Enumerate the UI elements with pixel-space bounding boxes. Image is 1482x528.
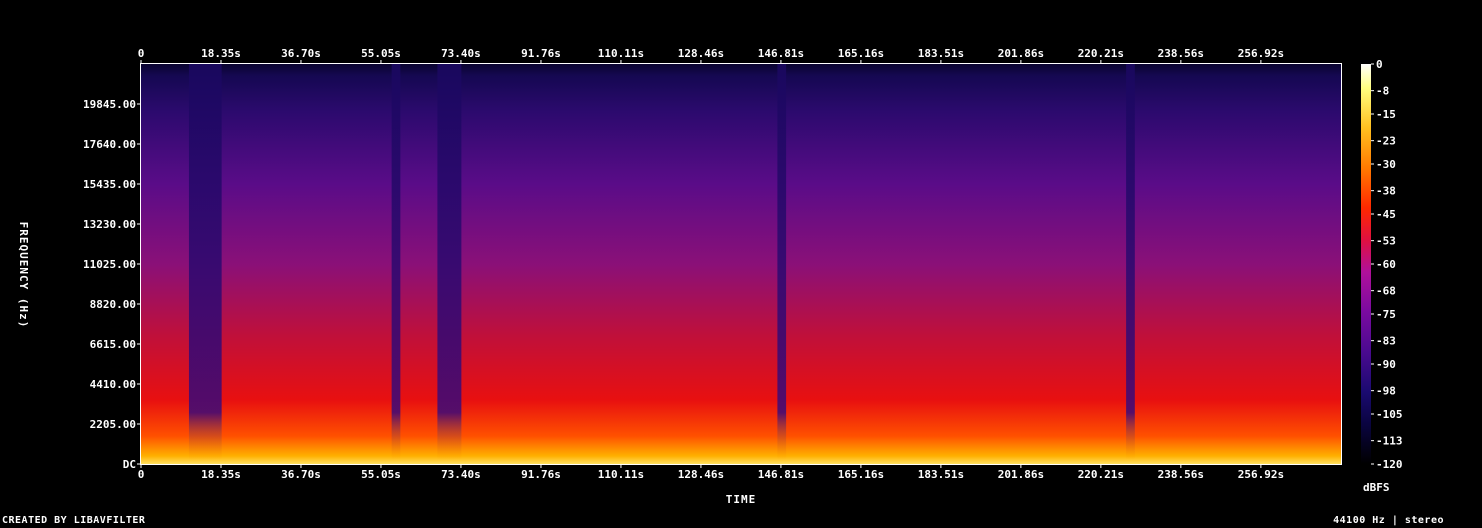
x-tick-label-top: 220.21s [1078,47,1124,60]
y-tick-label: 8820.00 [90,298,136,311]
colorbar-tick-label: -53 [1376,235,1396,248]
x-tick-label-top: 128.46s [678,47,724,60]
colorbar-tick-label: -120 [1376,458,1403,471]
colorbar-tick-label: -30 [1376,158,1396,171]
x-tick-label-top: 18.35s [201,47,241,60]
x-tick-label-bottom: 128.46s [678,468,724,481]
colorbar-tick-label: -98 [1376,385,1396,398]
colorbar-tick-label: -83 [1376,335,1396,348]
x-tick-label-bottom: 91.76s [521,468,561,481]
x-tick-label-top: 55.05s [361,47,401,60]
colorbar-tick-label: -75 [1376,308,1396,321]
x-axis-label: TIME [726,493,757,506]
colorbar [1361,64,1371,464]
x-tick-label-top: 91.76s [521,47,561,60]
y-tick-label: DC [123,458,136,471]
y-tick-label: 6615.00 [90,338,136,351]
colorbar-ticks: 0 -8 -15 -23 -30 -38 -45 -53 -60 -68 -75 -83 -90 -98 -… [1371,58,1403,471]
quiet-segment-4 [1126,64,1135,460]
x-axis-bottom: 0 18.35s 36.70s 55.05s 73.40s 91.76s 110.11s 12… [138,464,1284,481]
colorbar-tick-label: -68 [1376,285,1396,298]
y-tick-label: 17640.00 [83,138,136,151]
y-tick-label: 19845.00 [83,98,136,111]
y-tick-label: 13230.00 [83,218,136,231]
quiet-segment-1 [391,64,401,460]
colorbar-tick-label: -113 [1376,435,1403,448]
colorbar-tick-label: -45 [1376,208,1396,221]
colorbar-tick-label: -60 [1376,258,1396,271]
x-tick-label-bottom: 220.21s [1078,468,1124,481]
colorbar-tick-label: 0 [1376,58,1383,71]
colorbar-tick-label: -90 [1376,358,1396,371]
x-tick-label-bottom: 183.51s [918,468,964,481]
colorbar-tick-label: -105 [1376,408,1403,421]
x-tick-label-top: 238.56s [1158,47,1204,60]
x-tick-label-bottom: 18.35s [201,468,241,481]
x-axis-top: 0 18.35s 36.70s 55.05s 73.40s 91.76s 110.11s 12… [138,47,1284,64]
footer-format: 44100 Hz | stereo [1333,515,1444,526]
x-tick-label-top: 0 [138,47,145,60]
x-tick-label-top: 165.16s [838,47,884,60]
x-tick-label-bottom: 146.81s [758,468,804,481]
spectrogram-chart: 0 18.35s 36.70s 55.05s 73.40s 91.76s 110.11s 12… [17,47,1403,506]
y-tick-label: 15435.00 [83,178,136,191]
x-tick-label-bottom: 256.92s [1238,468,1284,481]
colorbar-tick-label: -23 [1376,135,1396,148]
quiet-segment-2 [437,64,462,460]
x-tick-label-top: 110.11s [598,47,644,60]
quiet-segment-3 [777,64,787,460]
x-tick-label-bottom: 73.40s [441,468,481,481]
x-tick-label-top: 201.86s [998,47,1044,60]
x-tick-label-bottom: 0 [138,468,145,481]
x-tick-label-top: 73.40s [441,47,481,60]
x-tick-label-bottom: 110.11s [598,468,644,481]
colorbar-tick-label: -8 [1376,85,1389,98]
y-tick-label: 2205.00 [90,418,136,431]
spectrogram-area [141,64,1341,464]
colorbar-tick-label: -15 [1376,108,1396,121]
x-tick-label-bottom: 165.16s [838,468,884,481]
x-tick-label-bottom: 55.05s [361,468,401,481]
x-tick-label-top: 183.51s [918,47,964,60]
x-tick-label-bottom: 201.86s [998,468,1044,481]
footer-credit: CREATED BY LIBAVFILTER [2,515,146,526]
quiet-segment-0 [188,64,222,460]
colorbar-tick-label: -38 [1376,185,1396,198]
x-tick-label-bottom: 238.56s [1158,468,1204,481]
x-tick-label-bottom: 36.70s [281,468,321,481]
x-tick-label-top: 256.92s [1238,47,1284,60]
y-tick-label: 4410.00 [90,378,136,391]
y-tick-label: 11025.00 [83,258,136,271]
x-tick-label-top: 36.70s [281,47,321,60]
x-tick-label-top: 146.81s [758,47,804,60]
y-axis-label: FREQUENCY (Hz) [17,222,30,329]
y-axis: DC 2205.00 4410.00 6615.00 8820.00 11025.00 13… [83,98,141,471]
colorbar-label: dBFS [1363,481,1390,494]
